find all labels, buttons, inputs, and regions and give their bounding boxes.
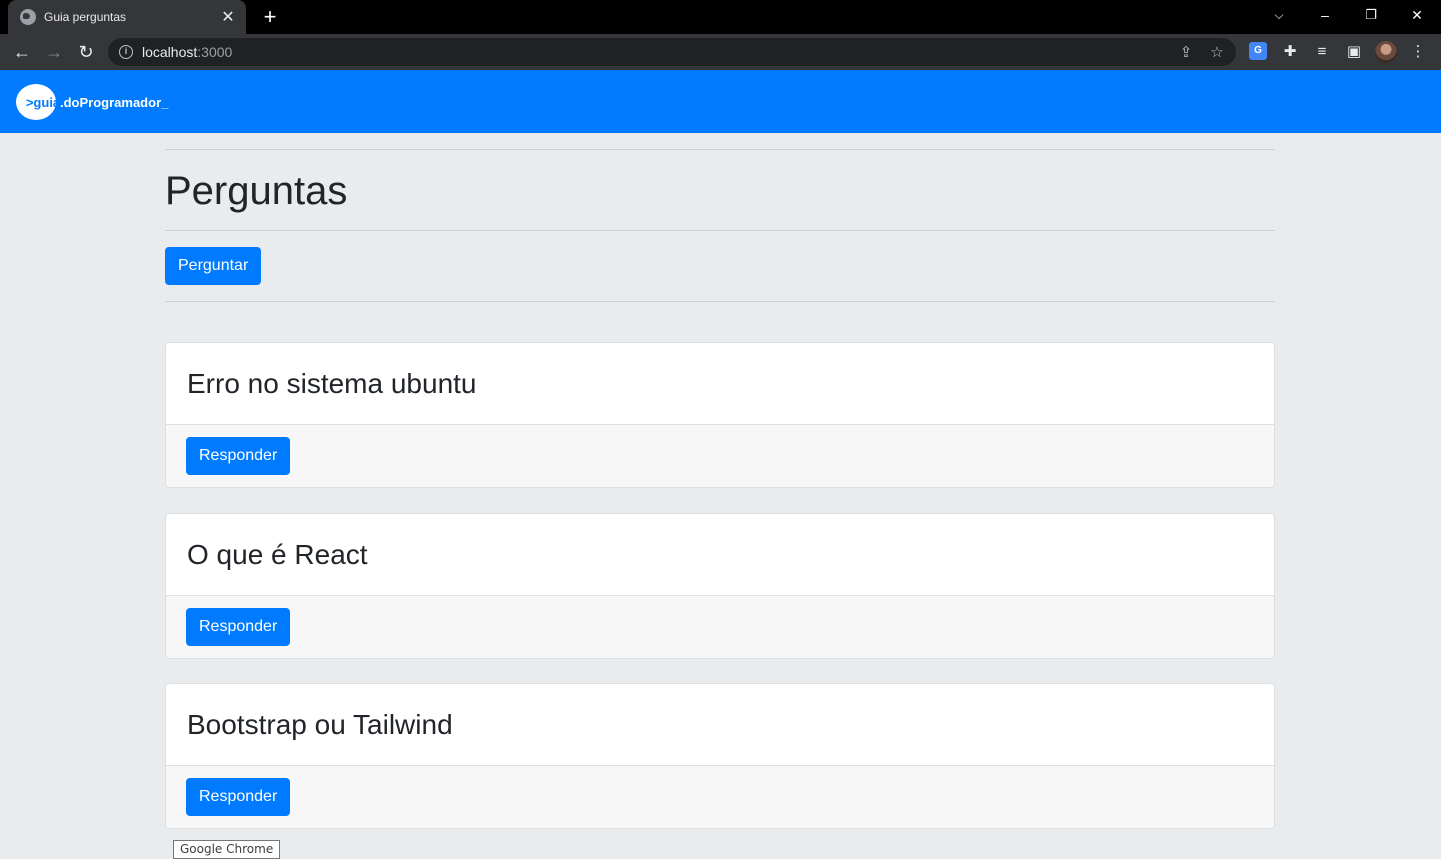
ask-question-button[interactable]: Perguntar (165, 247, 262, 285)
answer-button[interactable]: Responder (186, 778, 291, 816)
question-card-footer: Responder (166, 766, 1274, 828)
question-card-footer: Responder (166, 425, 1274, 487)
back-icon[interactable]: ← (10, 40, 34, 64)
question-title: Erro no sistema ubuntu (187, 367, 477, 399)
divider (165, 301, 1275, 302)
tab-title: Guia perguntas (44, 10, 127, 24)
site-info-icon[interactable]: i (119, 45, 133, 59)
profile-avatar[interactable] (1375, 41, 1397, 63)
browser-toolbar: ← → ↻ i localhost:3000 ⇪ ☆ G ✚ ≡ ▣ ⋮ (0, 34, 1441, 70)
minimize-button[interactable]: – (1302, 0, 1348, 30)
side-panel-icon[interactable]: ▣ (1344, 42, 1364, 62)
browser-tab[interactable]: Guia perguntas ✕ (8, 0, 246, 34)
close-window-button[interactable]: ✕ (1394, 0, 1440, 30)
question-card-header: Bootstrap ou Tailwind (166, 684, 1274, 766)
question-card: O que é React Responder (165, 513, 1275, 659)
answer-button[interactable]: Responder (186, 437, 291, 475)
answer-button[interactable]: Responder (186, 608, 291, 646)
close-tab-icon[interactable]: ✕ (220, 7, 236, 27)
new-tab-button[interactable]: + (259, 4, 281, 30)
browser-tab-strip: Guia perguntas ✕ + ⌵ – ❐ ✕ (0, 0, 1441, 34)
question-card: Bootstrap ou Tailwind Responder (165, 683, 1275, 829)
url-text: localhost:3000 (142, 44, 233, 60)
logo-badge: >guia (16, 84, 60, 120)
question-title: O que é React (187, 538, 368, 570)
question-card: Erro no sistema ubuntu Responder (165, 342, 1275, 488)
translate-extension-icon[interactable]: G (1249, 42, 1267, 60)
logo-mark: >guia (25, 94, 61, 110)
extensions-puzzle-icon[interactable]: ✚ (1280, 42, 1300, 62)
reload-icon[interactable]: ↻ (74, 40, 98, 64)
page-title: Perguntas (165, 169, 348, 213)
divider (165, 230, 1275, 231)
site-logo[interactable]: >guia .doProgramador_ (16, 84, 168, 120)
question-card-header: O que é React (166, 514, 1274, 596)
address-bar[interactable]: i localhost:3000 ⇪ ☆ (108, 38, 1236, 66)
site-navbar: >guia .doProgramador_ (0, 70, 1441, 133)
question-card-header: Erro no sistema ubuntu (166, 343, 1274, 425)
restore-button[interactable]: ❐ (1348, 0, 1394, 30)
menu-kebab-icon[interactable]: ⋮ (1408, 42, 1428, 62)
tooltip: Google Chrome (173, 840, 281, 859)
media-queue-icon[interactable]: ≡ (1312, 42, 1332, 62)
logo-text: .doProgramador_ (60, 94, 169, 110)
tab-search-icon[interactable]: ⌵ (1256, 0, 1302, 30)
divider (165, 149, 1275, 150)
question-card-footer: Responder (166, 596, 1274, 658)
share-icon[interactable]: ⇪ (1177, 44, 1195, 62)
question-title: Bootstrap ou Tailwind (187, 708, 453, 740)
forward-icon[interactable]: → (42, 40, 66, 64)
bookmark-star-icon[interactable]: ☆ (1208, 44, 1226, 62)
globe-icon (20, 9, 36, 25)
